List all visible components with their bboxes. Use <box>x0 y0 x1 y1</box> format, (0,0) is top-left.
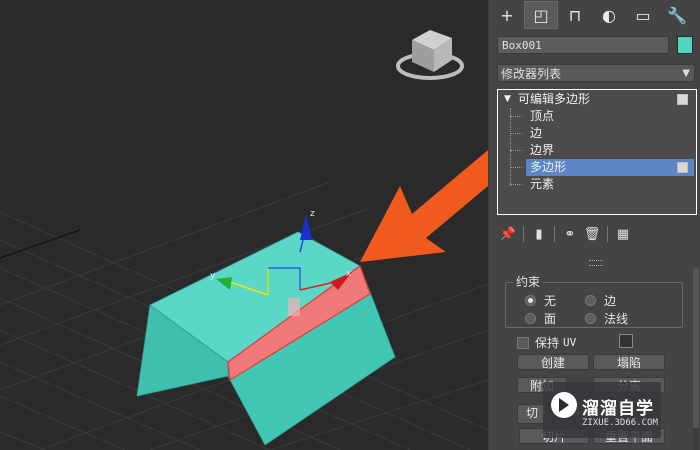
stack-item-label: 多边形 <box>530 160 567 174</box>
modifier-list-label: 修改器列表 <box>501 67 562 81</box>
collapse-button[interactable]: 塌陷 <box>593 354 665 370</box>
display-icon[interactable]: ▭ <box>627 2 659 28</box>
stack-toggle-checkbox[interactable] <box>677 94 688 105</box>
stack-item-label: 顶点 <box>530 109 555 123</box>
stack-item-vertex[interactable]: 顶点 <box>498 108 694 125</box>
constraint-normal-radio[interactable]: 法线 <box>585 310 628 327</box>
utilities-icon[interactable]: 🔧 <box>661 2 693 28</box>
modify-icon[interactable]: ◰ <box>524 1 558 29</box>
stack-item-border[interactable]: 边界 <box>498 142 694 159</box>
gizmo-label-y: y <box>210 271 216 281</box>
stack-item-edge[interactable]: 边 <box>498 125 694 142</box>
show-result-icon[interactable]: ▮ <box>528 227 550 242</box>
chevron-down-icon: ▼ <box>682 68 690 79</box>
motion-icon[interactable]: ◐ <box>593 2 625 28</box>
modifier-list-dropdown[interactable]: 修改器列表 ▼ <box>497 64 695 82</box>
viewport[interactable]: y z x <box>0 0 488 450</box>
expand-triangle-icon[interactable]: ▼ <box>504 91 511 108</box>
stack-item-element[interactable]: 元素 <box>498 176 694 193</box>
stack-item-editable-poly[interactable]: ▼ 可编辑多边形 <box>498 91 694 108</box>
stack-item-label: 边 <box>530 126 543 140</box>
grip-icon <box>589 260 603 266</box>
pin-icon[interactable]: 📌 <box>497 227 519 242</box>
grid-axis-line <box>0 229 81 259</box>
plus-icon[interactable]: + <box>491 2 523 28</box>
play-logo-icon <box>551 392 577 418</box>
hierarchy-icon[interactable]: ⊓ <box>559 2 591 28</box>
viewport-canvas: y z x <box>0 30 488 450</box>
gizmo-label-x: x <box>346 269 352 279</box>
constraint-face-radio[interactable]: 面 <box>525 310 556 327</box>
preserve-uv-settings-button[interactable] <box>619 334 633 348</box>
annotation-arrow <box>360 150 488 262</box>
constraint-edge-radio[interactable]: 边 <box>585 292 616 309</box>
create-button[interactable]: 创建 <box>517 354 589 370</box>
make-unique-icon[interactable]: ⚭ <box>559 227 581 242</box>
watermark-url: ZIXUE.3D66.COM <box>582 418 658 428</box>
panel-tabbar: + ◰ ⊓ ◐ ▭ 🔧 <box>489 0 700 30</box>
box-object[interactable] <box>136 231 396 446</box>
stack-item-polygon[interactable]: 多边形 <box>526 159 694 176</box>
viewcube-icon[interactable] <box>396 30 464 80</box>
stack-item-label: 边界 <box>530 143 555 157</box>
delete-icon[interactable]: 🗑 <box>581 227 603 242</box>
preserve-uv-checkbox[interactable]: 保持 UV <box>517 334 576 351</box>
configure-icon[interactable]: ▦ <box>612 227 634 242</box>
rollout-divider[interactable] <box>497 258 693 268</box>
object-name-field[interactable]: Box001 <box>497 36 669 54</box>
stack-item-label: 元素 <box>530 177 555 191</box>
object-color-swatch[interactable] <box>677 36 693 54</box>
constraint-title: 约束 <box>513 273 544 290</box>
constraint-none-radio[interactable]: 无 <box>525 292 556 309</box>
stack-item-label: 可编辑多边形 <box>518 92 591 106</box>
gizmo-label-z: z <box>310 209 315 219</box>
stack-toggle-checkbox[interactable] <box>677 162 688 173</box>
panel-scrollbar-thumb[interactable] <box>693 268 699 428</box>
watermark-title: 溜溜自学 <box>582 399 654 419</box>
stack-toolbar: 📌 ▮ ⚭ 🗑 ▦ <box>497 223 634 245</box>
modifier-stack[interactable]: ▼ 可编辑多边形 顶点 边 边界 多边形 元素 <box>497 89 697 215</box>
